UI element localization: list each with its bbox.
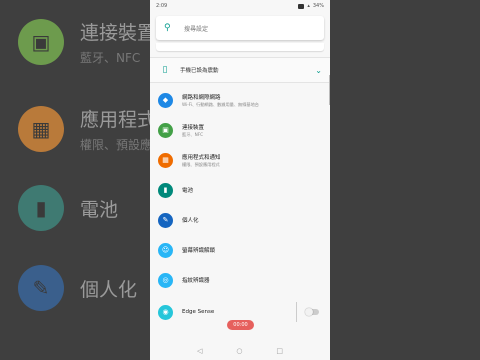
phone-screen: 2:09 ▴ 34% ⚲ 搜尋設定 ▯ 手機已設為震動 ⌄ ◆ 網路和網際網路 W… (150, 0, 330, 360)
bg-title: 電池 (80, 198, 119, 221)
settings-item-personalize[interactable]: ✎ 個人化 (150, 206, 330, 234)
scrollbar[interactable] (329, 75, 330, 105)
devices-icon: ▣ (158, 122, 173, 138)
personalize-icon: ✎ (158, 212, 173, 228)
status-battery: 34% (312, 3, 324, 9)
item-title: 應用程式和通知 (182, 154, 221, 161)
bg-title: 連接裝置 (80, 22, 157, 44)
settings-item-battery[interactable]: ▮ 電池 (150, 176, 330, 204)
settings-item-fingerprint[interactable]: ◎ 指紋辨識器 (150, 266, 330, 294)
battery-icon: ▮ (158, 182, 173, 198)
recording-timer[interactable]: 00:00 (227, 320, 254, 330)
item-subtitle: Wi-Fi、行動網路、數據用量、無線基地台 (182, 101, 259, 107)
navigation-bar: ◁ ○ □ (150, 342, 330, 360)
suggestion-label: 手機已設為震動 (180, 68, 219, 74)
vibrate-icon: ▯ (162, 65, 168, 75)
toggle-knob (305, 307, 313, 316)
face-unlock-icon: ☺ (158, 242, 173, 258)
fingerprint-icon: ◎ (158, 272, 173, 288)
home-icon[interactable]: ○ (236, 347, 242, 355)
chevron-down-icon[interactable]: ⌄ (315, 66, 322, 75)
item-title: 電池 (182, 188, 194, 194)
status-time: 2:09 (156, 3, 168, 9)
settings-item-apps[interactable]: ▦ 應用程式和通知 權限、預設應用程式 (150, 146, 330, 174)
bg-item-battery: ▮ 電池 (18, 185, 118, 231)
item-title: 螢幕辨識解鎖 (182, 248, 216, 254)
divider (296, 302, 297, 322)
battery-icon: ▮ (18, 185, 64, 231)
edge-sense-toggle[interactable] (305, 307, 319, 316)
bg-title: 個人化 (80, 278, 138, 301)
apps-icon: ▦ (158, 152, 173, 168)
apps-icon: ▦ (18, 106, 64, 152)
item-title: 個人化 (182, 218, 199, 224)
suggestion-vibrate[interactable]: ▯ 手機已設為震動 ⌄ (150, 57, 330, 83)
item-title: Edge Sense (182, 309, 215, 315)
notification-icon (298, 3, 305, 9)
search-bar[interactable]: ⚲ 搜尋設定 (156, 16, 324, 40)
item-subtitle: 權限、預設應用程式 (182, 161, 220, 167)
item-title: 網路和網際網路 (182, 94, 221, 101)
recents-icon[interactable]: □ (276, 347, 283, 355)
search-placeholder: 搜尋設定 (184, 25, 209, 33)
settings-item-face-unlock[interactable]: ☺ 螢幕辨識解鎖 (150, 236, 330, 264)
back-icon[interactable]: ◁ (197, 347, 202, 355)
suggestion-card-edge (156, 43, 324, 51)
signal-icon: ▴ (307, 3, 310, 9)
edge-sense-icon: ◉ (158, 304, 173, 320)
bg-subtitle: 藍牙、NFC (80, 51, 141, 65)
item-subtitle: 藍牙、NFC (182, 131, 204, 137)
wifi-icon: ◆ (158, 92, 173, 108)
bg-item-personalize: ✎ 個人化 (18, 265, 137, 311)
devices-icon: ▣ (18, 19, 64, 65)
settings-item-network[interactable]: ◆ 網路和網際網路 Wi-Fi、行動網路、數據用量、無線基地台 (150, 86, 330, 114)
settings-item-devices[interactable]: ▣ 連接裝置 藍牙、NFC (150, 116, 330, 144)
personalize-icon: ✎ (18, 265, 64, 311)
search-icon: ⚲ (164, 23, 171, 33)
item-title: 連接裝置 (182, 124, 205, 131)
item-title: 指紋辨識器 (182, 278, 210, 284)
bg-item-devices: ▣ 連接裝置藍牙、NFC (18, 18, 156, 66)
status-bar: 2:09 ▴ 34% (150, 0, 330, 12)
